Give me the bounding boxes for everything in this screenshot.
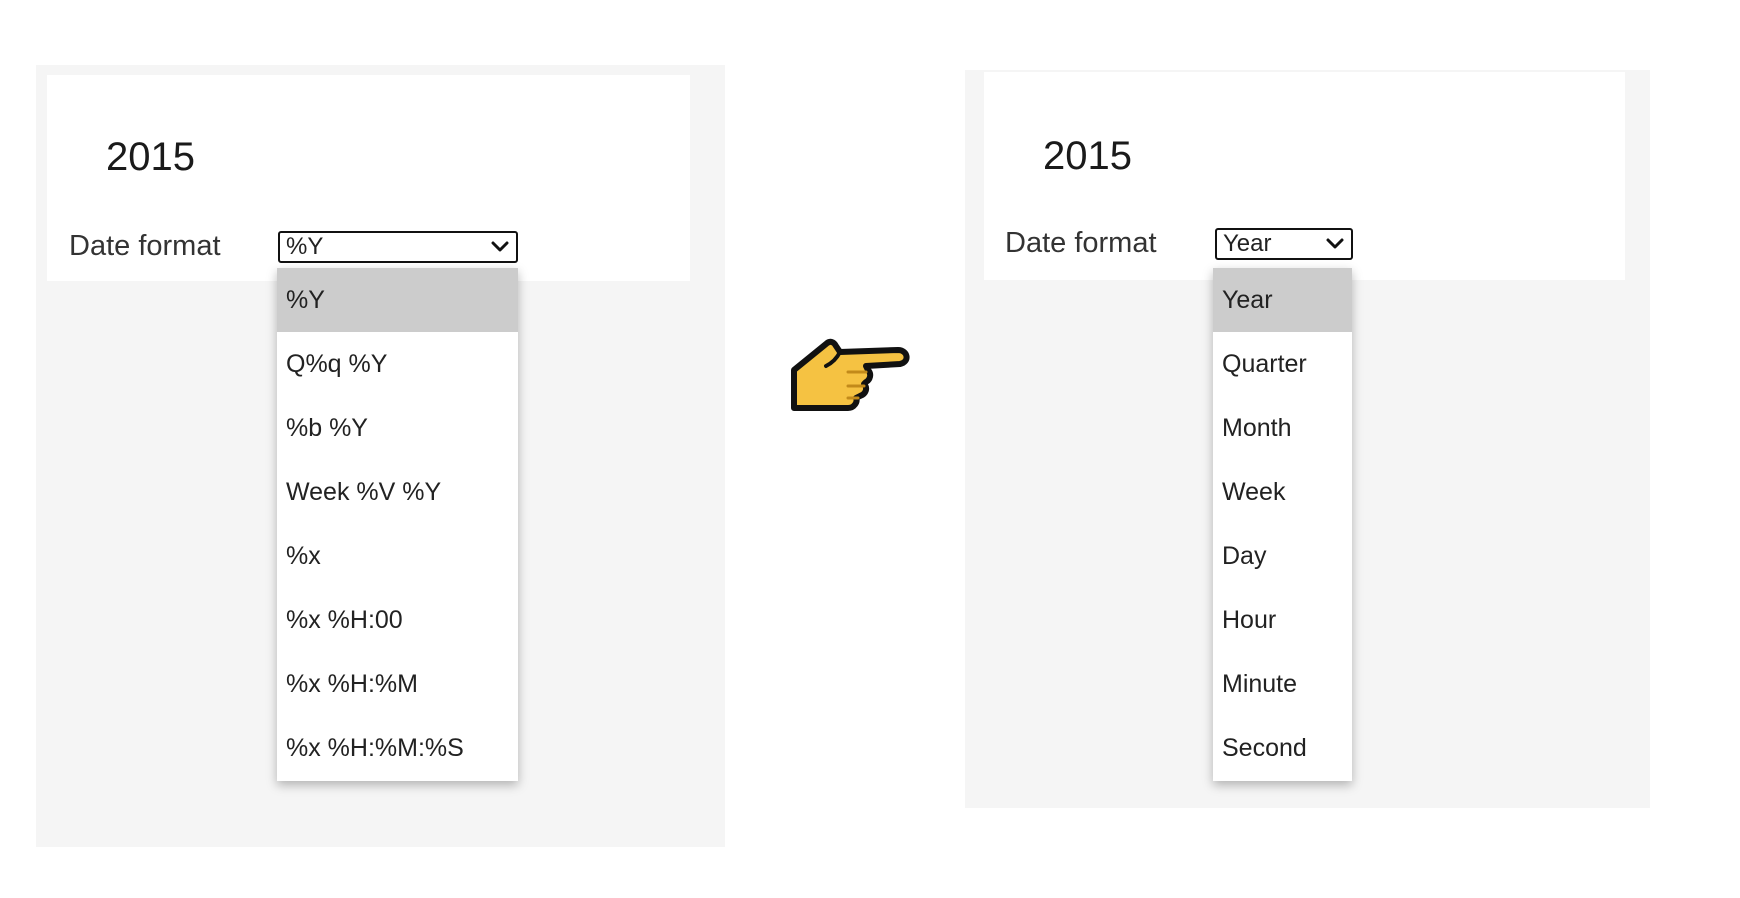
dropdown-option[interactable]: Hour — [1213, 588, 1352, 652]
dropdown-option[interactable]: Second — [1213, 716, 1352, 780]
pointing-hand-right-icon — [791, 338, 910, 411]
dropdown-option[interactable]: %x — [277, 524, 518, 588]
dropdown-option[interactable]: %x %H:%M — [277, 652, 518, 716]
left-select-value: %Y — [286, 233, 324, 260]
dropdown-option[interactable]: Quarter — [1213, 332, 1352, 396]
left-options-dropdown: %Y Q%q %Y %b %Y Week %V %Y %x %x %H:00 %… — [277, 268, 518, 781]
dropdown-option[interactable]: Year — [1213, 268, 1352, 332]
dropdown-option[interactable]: %b %Y — [277, 396, 518, 460]
dropdown-option[interactable]: Minute — [1213, 652, 1352, 716]
dropdown-option[interactable]: Month — [1213, 396, 1352, 460]
dropdown-option[interactable]: %x %H:00 — [277, 588, 518, 652]
right-date-format-select[interactable]: Year — [1215, 228, 1353, 260]
dropdown-option[interactable]: Day — [1213, 524, 1352, 588]
chevron-down-icon — [1326, 238, 1344, 249]
right-options-dropdown: Year Quarter Month Week Day Hour Minute … — [1213, 268, 1352, 781]
chevron-down-icon — [491, 241, 509, 252]
right-widget-card: 2015 Date format Year — [984, 72, 1625, 280]
dropdown-option[interactable]: Week — [1213, 460, 1352, 524]
left-date-value: 2015 — [106, 135, 195, 179]
right-date-value: 2015 — [1043, 134, 1132, 178]
left-widget-card: 2015 Date format %Y — [47, 75, 690, 281]
dropdown-option[interactable]: %x %H:%M:%S — [277, 716, 518, 780]
left-date-format-select[interactable]: %Y — [278, 231, 518, 263]
right-example-panel: 2015 Date format Year Year Quarter Month… — [965, 70, 1650, 808]
right-select-value: Year — [1223, 230, 1272, 257]
dropdown-option[interactable]: Q%q %Y — [277, 332, 518, 396]
right-date-format-label: Date format — [1005, 227, 1157, 259]
left-example-panel: 2015 Date format %Y %Y Q%q %Y %b %Y Week… — [36, 65, 725, 847]
left-date-format-label: Date format — [69, 230, 221, 262]
dropdown-option[interactable]: Week %V %Y — [277, 460, 518, 524]
dropdown-option[interactable]: %Y — [277, 268, 518, 332]
